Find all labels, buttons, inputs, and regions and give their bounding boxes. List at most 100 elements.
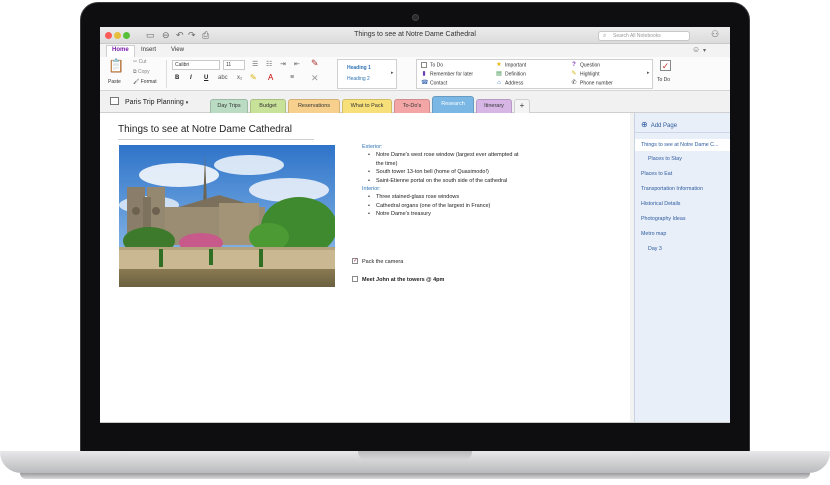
font-size-value: 11 <box>226 62 232 68</box>
share-user-icon[interactable]: ⚇ <box>711 29 719 40</box>
page-item-places-to-stay[interactable]: Places to Stay <box>648 156 682 162</box>
list-item: South tower 13-ton bell (home of Quasimo… <box>362 168 519 177</box>
tags-expand-icon[interactable]: ▸ <box>647 70 650 76</box>
close-window-button[interactable] <box>105 32 112 39</box>
todo-text: Meet John at the towers @ 4pm <box>362 277 445 283</box>
redo-icon[interactable]: ↷ <box>188 30 196 41</box>
tag-address[interactable]: ⌂ Address <box>496 80 523 86</box>
back-icon[interactable]: ⊖ <box>162 30 170 41</box>
font-family-select[interactable]: Calibri <box>172 60 220 70</box>
section-tab-budget[interactable]: Budget <box>250 99 286 113</box>
highlighter-icon: ✎ <box>571 71 577 77</box>
style-heading-1[interactable]: Heading 1 <box>347 65 371 71</box>
outdent-icon[interactable]: ⇤ <box>294 60 300 68</box>
tab-view[interactable]: View <box>166 46 189 54</box>
clear-formatting-icon[interactable]: ✎ <box>311 58 319 69</box>
tag-to-do[interactable]: To Do <box>421 62 443 68</box>
folder-icon[interactable]: ▭ <box>146 30 155 41</box>
page-item-places-to-eat[interactable]: Places to Eat <box>641 171 672 177</box>
highlight-color-icon[interactable]: ✎ <box>250 73 257 82</box>
italic-button[interactable]: I <box>190 75 192 81</box>
section-label: Itinerary <box>484 103 504 109</box>
copy-button[interactable]: ⧉ Copy <box>133 69 150 75</box>
numbering-icon[interactable]: ☷ <box>266 60 272 68</box>
notebook-name: Paris Trip Planning <box>125 99 184 106</box>
notre-dame-photo[interactable] <box>119 145 335 287</box>
subscript-icon[interactable]: x₂ <box>237 75 242 81</box>
home-icon: ⌂ <box>497 80 501 86</box>
tab-home[interactable]: Home <box>106 45 135 57</box>
book-icon: ▤ <box>496 71 502 77</box>
tab-insert[interactable]: Insert <box>136 46 161 54</box>
minimize-window-button[interactable] <box>114 32 121 39</box>
font-family-value: Calibri <box>175 62 190 68</box>
page-canvas[interactable]: Things to see at Notre Dame Cathedral Ex… <box>100 113 634 423</box>
tag-contact[interactable]: ☎ Contact <box>421 80 447 86</box>
indent-icon[interactable]: ⇥ <box>280 60 286 68</box>
section-tab-day-trips[interactable]: Day Trips <box>210 99 248 113</box>
cathedral-image <box>119 145 335 287</box>
tags-gallery: To Do ▮ Remember for later ☎ Contact ★ Impo… <box>416 59 653 89</box>
clipboard-icon[interactable]: 📋 <box>108 58 124 74</box>
camera-icon <box>412 14 419 21</box>
notes-outline[interactable]: Exterior: Notre Dame's west rose window … <box>362 143 519 219</box>
paste-button[interactable]: Paste <box>108 79 121 85</box>
ribbon-divider <box>166 60 167 88</box>
to-do-tag-button[interactable]: ✓ To Do <box>656 59 678 89</box>
title-underline <box>118 139 314 140</box>
tag-important[interactable]: ★ Important <box>496 62 526 68</box>
bold-button[interactable]: B <box>175 75 179 81</box>
window-title: Things to see at Notre Dame Cathedral <box>354 31 476 38</box>
undo-icon[interactable]: ↶ <box>176 30 184 41</box>
search-icon: ⌕ <box>603 33 607 39</box>
todo-checkbox-checked[interactable] <box>352 257 358 264</box>
tag-to-do-label: To Do <box>430 62 444 69</box>
notebook-selector[interactable]: Paris Trip Planning ▾ <box>110 97 188 106</box>
style-heading-2[interactable]: Heading 2 <box>347 76 370 82</box>
title-bar: ▭ ⊖ ↶ ↷ ⎙ Things to see at Notre Dame Ca… <box>100 27 730 44</box>
add-section-button[interactable]: + <box>514 99 530 113</box>
tag-definition[interactable]: ▤ Definition <box>496 71 526 77</box>
add-page-button[interactable]: ⊕ Add Page <box>635 113 730 133</box>
page-item-photography-ideas[interactable]: Photography Ideas <box>641 216 685 222</box>
tag-remember[interactable]: ▮ Remember for later <box>421 71 473 77</box>
format-painter-button[interactable]: 🖌 Format <box>133 79 157 85</box>
align-icon[interactable]: ≡ <box>290 74 294 81</box>
page-item-metro-map[interactable]: Metro map <box>641 231 666 237</box>
page-item-things-to-see[interactable]: Things to see at Notre Dame C... <box>635 139 730 151</box>
page-title[interactable]: Things to see at Notre Dame Cathedral <box>118 124 292 135</box>
tag-phone[interactable]: ✆ Phone number <box>571 80 612 86</box>
section-tab-research[interactable]: Research <box>432 96 474 113</box>
tag-question[interactable]: ? Question <box>571 62 600 68</box>
page-item-historical-details[interactable]: Historical Details <box>641 201 680 207</box>
section-label: What to Pack <box>350 103 384 109</box>
section-tab-reservations[interactable]: Reservations <box>288 99 340 113</box>
chevron-down-icon[interactable]: ▾ <box>703 47 706 54</box>
section-tab-itinerary[interactable]: Itinerary <box>476 99 512 113</box>
strikethrough-icon[interactable]: abc <box>218 75 228 81</box>
print-icon[interactable]: ⎙ <box>202 30 209 41</box>
smiley-feedback-icon[interactable]: ☺ <box>692 45 700 54</box>
tag-highlight[interactable]: ✎ Highlight <box>571 71 599 77</box>
styles-expand-icon[interactable]: ▸ <box>391 70 394 76</box>
section-tab-to-dos[interactable]: To-Do's <box>394 99 430 113</box>
star-icon: ★ <box>496 62 502 68</box>
todo-meet-john: Meet John at the towers @ 4pm <box>352 276 444 283</box>
cut-button[interactable]: ✂ Cut <box>133 59 146 65</box>
font-size-select[interactable]: 11 <box>223 60 245 70</box>
plus-circle-icon: ⊕ <box>641 120 648 129</box>
checkbox-icon <box>421 62 427 68</box>
question-icon: ? <box>572 62 576 68</box>
underline-button[interactable]: U <box>204 75 208 81</box>
maximize-window-button[interactable] <box>123 32 130 39</box>
todo-checkbox[interactable] <box>352 276 358 282</box>
laptop-notch <box>358 451 472 460</box>
interior-heading: Interior: <box>362 186 381 193</box>
font-color-icon[interactable]: A <box>268 73 273 82</box>
search-input[interactable]: ⌕ Search All Notebooks <box>598 31 690 41</box>
page-item-transportation[interactable]: Transportation Information <box>641 186 703 192</box>
bullets-icon[interactable]: ☰ <box>252 60 258 68</box>
page-item-day-3[interactable]: Day 3 <box>648 246 662 252</box>
delete-icon[interactable]: ✕ <box>311 73 319 84</box>
section-tab-what-to-pack[interactable]: What to Pack <box>342 99 392 113</box>
